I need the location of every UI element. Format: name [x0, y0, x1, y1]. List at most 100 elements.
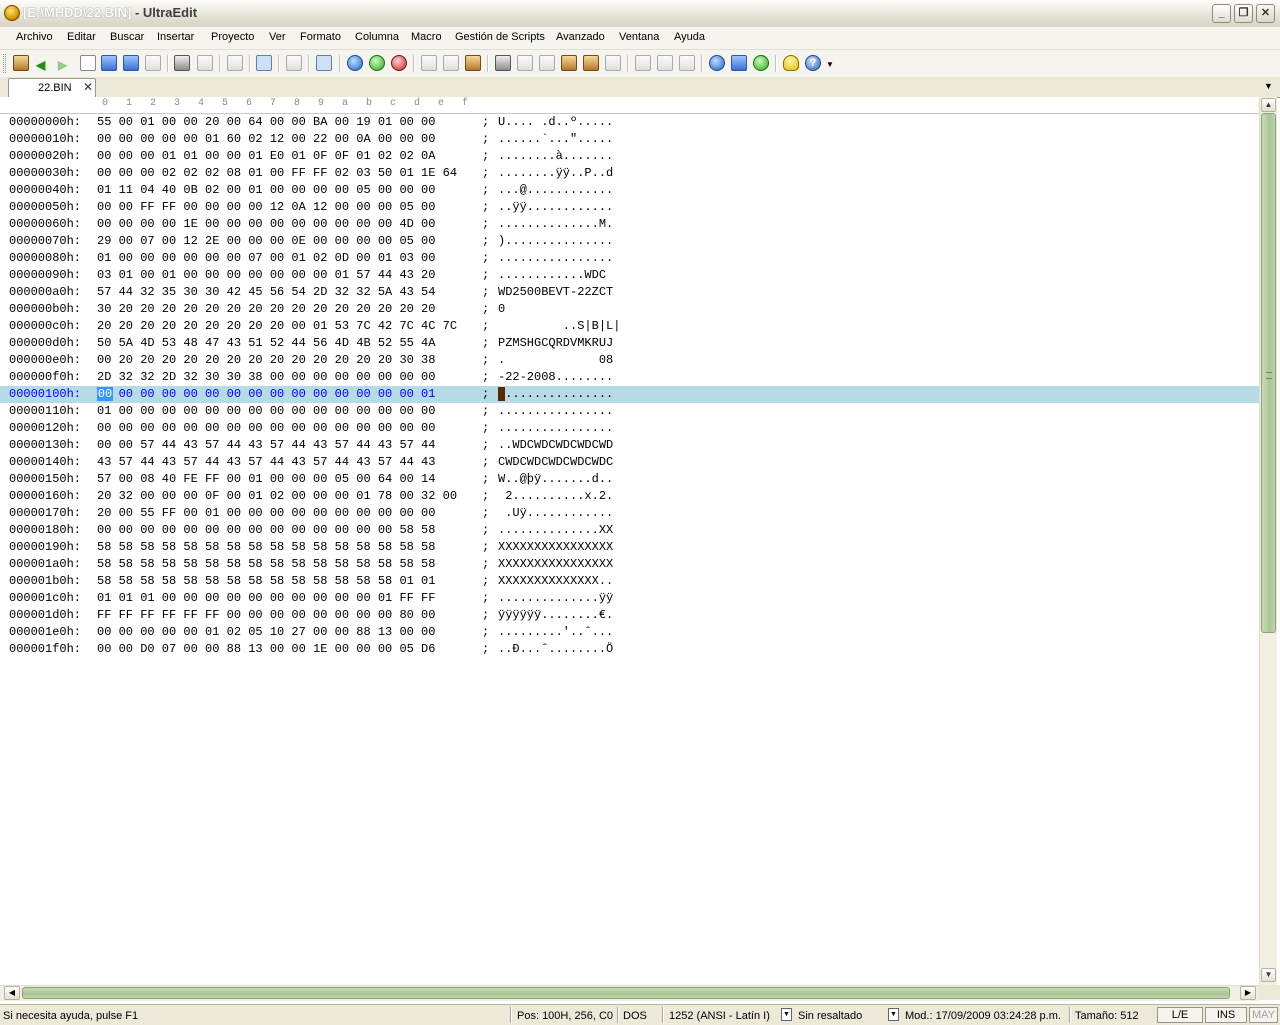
row-hex-bytes[interactable]: 29 00 07 00 12 2E 00 00 00 0E 00 00 00 0… [97, 234, 435, 248]
hex-row[interactable]: 00000100h: 00 00 00 00 00 00 00 00 00 00 … [0, 386, 1259, 403]
hex-row[interactable]: 00000160h: 20 32 00 00 00 0F 00 01 02 00 … [0, 488, 1259, 505]
window-cascade-icon[interactable] [657, 55, 673, 71]
row-hex-bytes[interactable]: 57 00 08 40 FE FF 00 01 00 00 00 05 00 6… [97, 472, 435, 486]
row-ascii[interactable]: W..@þÿ.......d.. [498, 472, 613, 486]
ftp-icon[interactable] [731, 55, 747, 71]
menu-formato[interactable]: Formato [300, 31, 341, 43]
new-file-icon[interactable] [80, 55, 96, 71]
menu-insertar[interactable]: Insertar [157, 31, 194, 43]
minimize-button[interactable]: _ [1212, 4, 1231, 23]
cut-icon[interactable] [421, 55, 437, 71]
highlight-dropdown-icon[interactable]: ▼ [781, 1008, 792, 1021]
menu-ventana[interactable]: Ventana [619, 31, 659, 43]
row-ascii[interactable]: ..S|B|L| [498, 319, 621, 333]
horizontal-scroll-thumb[interactable] [22, 987, 1230, 999]
row-ascii[interactable]: .........'..ˆ... [498, 625, 613, 639]
menu-proyecto[interactable]: Proyecto [211, 31, 254, 43]
close-button[interactable]: ✕ [1256, 4, 1275, 23]
scroll-down-arrow-icon[interactable]: ▼ [1261, 968, 1276, 982]
row-hex-bytes[interactable]: 58 58 58 58 58 58 58 58 58 58 58 58 58 5… [97, 574, 435, 588]
column-mode-icon[interactable] [286, 55, 302, 71]
menu-ayuda[interactable]: Ayuda [674, 31, 705, 43]
row-ascii[interactable]: ................ [498, 421, 613, 435]
menu-macro[interactable]: Macro [411, 31, 442, 43]
menu-editar[interactable]: Editar [67, 31, 96, 43]
row-ascii[interactable]: ............WDC [498, 268, 613, 282]
row-ascii[interactable]: 2..........x.2. [498, 489, 613, 503]
row-ascii[interactable]: ..WDCWDCWDCWDCWD [498, 438, 613, 452]
row-hex-bytes[interactable]: 20 20 20 20 20 20 20 20 20 00 01 53 7C 4… [97, 319, 457, 333]
hex-row[interactable]: 000001f0h: 00 00 D0 07 00 00 88 13 00 00 … [0, 641, 1259, 658]
row-hex-bytes[interactable]: FF FF FF FF FF FF 00 00 00 00 00 00 00 0… [97, 608, 435, 622]
row-ascii[interactable]: ......`..."..... [498, 132, 613, 146]
refresh-icon[interactable] [753, 55, 769, 71]
hex-editor[interactable]: 0 1 2 3 4 5 6 7 8 9 a b c d e f 00000000h: 55 00 01 00 0… [0, 97, 1259, 985]
row-ascii[interactable]: ..ÿÿ............ [498, 200, 613, 214]
row-hex-bytes[interactable]: 58 58 58 58 58 58 58 58 58 58 58 58 58 5… [97, 540, 435, 554]
tab-close-icon[interactable]: ✕ [83, 80, 93, 94]
toolbar-overflow-icon[interactable]: ▼ [826, 60, 834, 69]
hex-row[interactable]: 00000020h: 00 00 00 01 01 00 00 01 E0 01 … [0, 148, 1259, 165]
row-ascii[interactable]: CWDCWDCWDCWDCWDC [498, 455, 613, 469]
row-ascii[interactable]: XXXXXXXXXXXXXXXX [498, 557, 613, 571]
row-ascii[interactable]: 0 [498, 302, 613, 316]
hex-row[interactable]: 00000130h: 00 00 57 44 43 57 44 43 57 44 … [0, 437, 1259, 454]
selected-byte[interactable]: 00 [97, 387, 113, 401]
row-ascii[interactable]: XXXXXXXXXXXXXXXX [498, 540, 613, 554]
row-hex-bytes[interactable]: 50 5A 4D 53 48 47 43 51 52 44 56 4D 4B 5… [97, 336, 435, 350]
hex-row[interactable]: 00000040h: 01 11 04 40 0B 02 00 01 00 00 … [0, 182, 1259, 199]
status-line-ending[interactable]: DOS [623, 1010, 647, 1022]
toolbar-grip[interactable] [3, 54, 6, 73]
row-ascii[interactable]: .Uÿ............ [498, 506, 613, 520]
macro-play-icon[interactable] [369, 55, 385, 71]
find-in-files-icon[interactable] [561, 55, 577, 71]
row-hex-bytes[interactable]: 58 58 58 58 58 58 58 58 58 58 58 58 58 5… [97, 557, 435, 571]
restore-button[interactable]: ❐ [1234, 4, 1253, 23]
row-ascii[interactable]: ................ [498, 387, 613, 401]
menu-buscar[interactable]: Buscar [110, 31, 144, 43]
hex-row[interactable]: 000001a0h: 58 58 58 58 58 58 58 58 58 58 … [0, 556, 1259, 573]
row-hex-bytes[interactable]: 00 00 00 00 00 01 02 05 10 27 00 00 88 1… [97, 625, 435, 639]
row-hex-bytes[interactable]: 43 57 44 43 57 44 43 57 44 43 57 44 43 5… [97, 455, 435, 469]
list-lines-icon[interactable] [316, 55, 332, 71]
status-read-write[interactable]: L/E [1157, 1007, 1203, 1023]
close-file-icon[interactable] [145, 55, 161, 71]
print-preview-icon[interactable] [197, 55, 213, 71]
open-file-icon[interactable] [101, 55, 117, 71]
print-icon[interactable] [174, 55, 190, 71]
row-ascii[interactable]: )............... [498, 234, 613, 248]
scroll-up-arrow-icon[interactable]: ▲ [1261, 98, 1276, 112]
hex-row[interactable]: 000000e0h: 00 20 20 20 20 20 20 20 20 20 … [0, 352, 1259, 369]
row-ascii[interactable]: ........à....... [498, 149, 613, 163]
row-ascii[interactable]: U.... .d..º..... [498, 115, 613, 129]
hex-row[interactable]: 000000c0h: 20 20 20 20 20 20 20 20 20 00 … [0, 318, 1259, 335]
row-ascii[interactable]: ...@............ [498, 183, 613, 197]
row-ascii[interactable]: ..............XX [498, 523, 613, 537]
row-hex-bytes[interactable]: 55 00 01 00 00 20 00 64 00 00 BA 00 19 0… [97, 115, 435, 129]
open-folder-icon[interactable] [123, 55, 139, 71]
replace-icon[interactable] [539, 55, 555, 71]
row-hex-bytes[interactable]: 00 00 00 00 00 00 00 00 00 00 00 00 00 0… [97, 523, 435, 537]
back-arrow-icon[interactable]: ◀ [36, 58, 45, 72]
paste-icon[interactable] [465, 55, 481, 71]
row-hex-bytes[interactable]: 00 20 20 20 20 20 20 20 20 20 20 20 20 2… [97, 353, 435, 367]
hex-mode-icon[interactable] [256, 55, 272, 71]
hex-row[interactable]: 000001d0h: FF FF FF FF FF FF 00 00 00 00 … [0, 607, 1259, 624]
row-ascii[interactable]: ..Ð...ˆ........Ö [498, 642, 613, 656]
row-hex-bytes[interactable]: 00 00 00 00 00 01 60 02 12 00 22 00 0A 0… [97, 132, 435, 146]
hex-row[interactable]: 00000050h: 00 00 FF FF 00 00 00 00 12 0A … [0, 199, 1259, 216]
menu-columna[interactable]: Columna [355, 31, 399, 43]
row-ascii[interactable]: ................ [498, 251, 613, 265]
hex-row[interactable]: 000000b0h: 30 20 20 20 20 20 20 20 20 20 … [0, 301, 1259, 318]
row-hex-bytes[interactable]: 03 01 00 01 00 00 00 00 00 00 00 01 57 4… [97, 268, 435, 282]
row-ascii[interactable]: . 08 [498, 353, 613, 367]
hex-row[interactable]: 000000a0h: 57 44 32 35 30 30 42 45 56 54 … [0, 284, 1259, 301]
hex-row[interactable]: 00000140h: 43 57 44 43 57 44 43 57 44 43 … [0, 454, 1259, 471]
macro-stop-icon[interactable] [391, 55, 407, 71]
row-hex-bytes[interactable]: 01 01 01 00 00 00 00 00 00 00 00 00 00 0… [97, 591, 435, 605]
hex-row[interactable]: 00000030h: 00 00 00 02 02 02 08 01 00 FF … [0, 165, 1259, 182]
hex-row[interactable]: 000000f0h: 2D 32 32 2D 32 30 30 38 00 00 … [0, 369, 1259, 386]
hex-row[interactable]: 00000080h: 01 00 00 00 00 00 00 07 00 01 … [0, 250, 1259, 267]
row-ascii[interactable]: XXXXXXXXXXXXXX.. [498, 574, 613, 588]
ultraedit-app-icon[interactable] [4, 5, 20, 21]
